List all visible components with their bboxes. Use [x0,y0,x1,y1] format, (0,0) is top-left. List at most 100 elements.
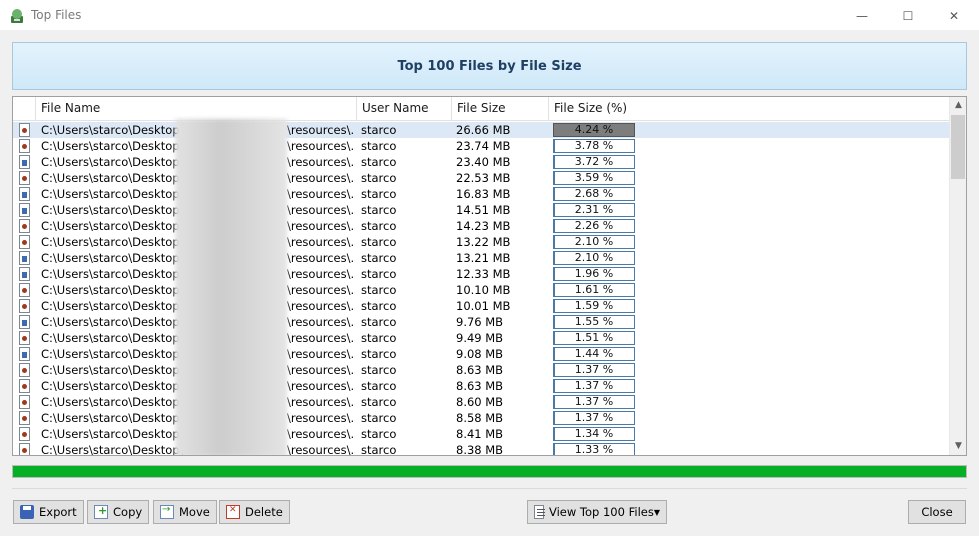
user-name-cell: starco [361,427,397,441]
grid-header: File Name User Name File Size File Size … [13,97,949,121]
list-view-icon [534,505,545,519]
file-size-cell: 8.63 MB [456,379,504,393]
column-header-file-name[interactable]: File Name [36,97,357,120]
table-row[interactable]: C:\Users\starco\Desktop\ \resources\... st… [13,154,949,170]
user-name-cell: starco [361,171,397,185]
copy-button[interactable]: Copy [87,500,150,524]
user-name-cell: starco [361,203,397,217]
file-size-percent-label: 1.37 % [574,411,614,424]
document-file-icon [19,155,30,169]
table-row[interactable]: C:\Users\starco\Desktop\ \resources\... st… [13,250,949,266]
file-size-percent-bar: 1.37 % [553,363,635,377]
media-file-icon [19,395,30,409]
export-label: Export [39,505,77,519]
file-size-percent-label: 2.31 % [574,203,614,216]
file-size-percent-label: 3.59 % [574,171,614,184]
table-row[interactable]: C:\Users\starco\Desktop\ \resources\... st… [13,138,949,154]
top-files-grid[interactable]: File Name User Name File Size File Size … [12,96,967,456]
file-path-tail: \resources\... [287,155,355,169]
scrollbar-thumb[interactable] [951,115,965,179]
minimize-icon: — [856,8,868,23]
file-size-cell: 8.60 MB [456,395,504,409]
file-size-cell: 8.41 MB [456,427,504,441]
file-path-tail: \resources\... [287,187,355,201]
scan-progress-fill [13,466,966,477]
table-row[interactable]: C:\Users\starco\Desktop\ \resources\... st… [13,378,949,394]
dropdown-arrow-icon: ▼ [653,507,660,517]
file-path-tail: \resources\... [287,251,355,265]
media-file-icon [19,443,30,455]
file-path-cell: C:\Users\starco\Desktop\ [41,443,184,456]
table-row[interactable]: C:\Users\starco\Desktop\ \resources\... st… [13,442,949,456]
user-name-cell: starco [361,251,397,265]
file-size-cell: 9.08 MB [456,347,504,361]
user-name-cell: starco [361,363,397,377]
vertical-scrollbar[interactable]: ▲ ▼ [949,97,966,455]
view-label: View Top 100 Files [548,505,654,519]
move-button[interactable]: Move [153,500,217,524]
table-row[interactable]: C:\Users\starco\Desktop\ \resources\... st… [13,266,949,282]
copy-icon [94,504,108,519]
media-file-icon [19,219,30,233]
table-row[interactable]: C:\Users\starco\Desktop\ \resources\... st… [13,218,949,234]
file-size-cell: 26.66 MB [456,123,511,137]
export-button[interactable]: Export [13,500,84,524]
icon-column-header[interactable] [13,97,36,120]
user-name-cell: starco [361,315,397,329]
file-size-percent-bar: 1.37 % [553,411,635,425]
file-path-cell: C:\Users\starco\Desktop\ [41,155,184,169]
table-row[interactable]: C:\Users\starco\Desktop\ \resources\... st… [13,346,949,362]
table-row[interactable]: C:\Users\starco\Desktop\ \resources\... st… [13,282,949,298]
user-name-cell: starco [361,235,397,249]
column-header-user-name[interactable]: User Name [357,97,452,120]
file-size-percent-bar: 2.26 % [553,219,635,233]
file-size-percent-bar: 3.72 % [553,155,635,169]
file-size-cell: 8.63 MB [456,363,504,377]
file-size-percent-bar: 1.44 % [553,347,635,361]
table-row[interactable]: C:\Users\starco\Desktop\ \resources\... st… [13,202,949,218]
minimize-button[interactable]: — [839,0,885,31]
file-size-percent-bar: 4.24 % [553,123,635,137]
file-path-cell: C:\Users\starco\Desktop\ [41,427,184,441]
file-size-percent-label: 3.72 % [574,155,614,168]
file-path-tail: \resources\... [287,427,355,441]
file-size-cell: 10.10 MB [456,283,511,297]
column-header-file-size-percent[interactable]: File Size (%) [549,97,949,120]
maximize-icon: ☐ [902,8,914,23]
table-row[interactable]: C:\Users\starco\Desktop\ \resources\... st… [13,330,949,346]
table-row[interactable]: C:\Users\starco\Desktop\ \resources\... st… [13,314,949,330]
app-icon [11,9,23,23]
user-name-cell: starco [361,395,397,409]
file-path-cell: C:\Users\starco\Desktop\ [41,331,184,345]
user-name-cell: starco [361,219,397,233]
column-header-file-size[interactable]: File Size [452,97,549,120]
file-path-cell: C:\Users\starco\Desktop\ [41,139,184,153]
scroll-up-icon[interactable]: ▲ [950,97,966,114]
scroll-down-icon[interactable]: ▼ [950,438,966,455]
table-row[interactable]: C:\Users\starco\Desktop\ \resources\... st… [13,170,949,186]
close-window-button[interactable]: ✕ [931,0,977,31]
close-button[interactable]: Close [908,500,966,524]
maximize-button[interactable]: ☐ [885,0,931,31]
delete-button[interactable]: Delete [219,500,290,524]
table-row[interactable]: C:\Users\starco\Desktop\ \resources\... st… [13,426,949,442]
file-size-percent-label: 2.26 % [574,219,614,232]
file-path-cell: C:\Users\starco\Desktop\ [41,251,184,265]
table-row[interactable]: C:\Users\starco\Desktop\ \resources\... st… [13,394,949,410]
report-banner: Top 100 Files by File Size [12,42,967,90]
user-name-cell: starco [361,299,397,313]
file-size-cell: 14.51 MB [456,203,511,217]
document-file-icon [19,347,30,361]
file-path-tail: \resources\... [287,283,355,297]
table-row[interactable]: C:\Users\starco\Desktop\ \resources\... st… [13,410,949,426]
file-path-tail: \resources\... [287,363,355,377]
view-top-files-dropdown[interactable]: View Top 100 Files ▼ [527,500,667,524]
user-name-cell: starco [361,331,397,345]
table-row[interactable]: C:\Users\starco\Desktop\ \resources\... st… [13,234,949,250]
table-row[interactable]: C:\Users\starco\Desktop\ \resources\... st… [13,186,949,202]
file-size-percent-label: 2.10 % [574,251,614,264]
table-row[interactable]: C:\Users\starco\Desktop\ \resources\... st… [13,298,949,314]
table-row[interactable]: C:\Users\starco\Desktop\ \resources\... st… [13,362,949,378]
user-name-cell: starco [361,443,397,456]
table-row[interactable]: C:\Users\starco\Desktop\ \resources\... st… [13,122,949,138]
